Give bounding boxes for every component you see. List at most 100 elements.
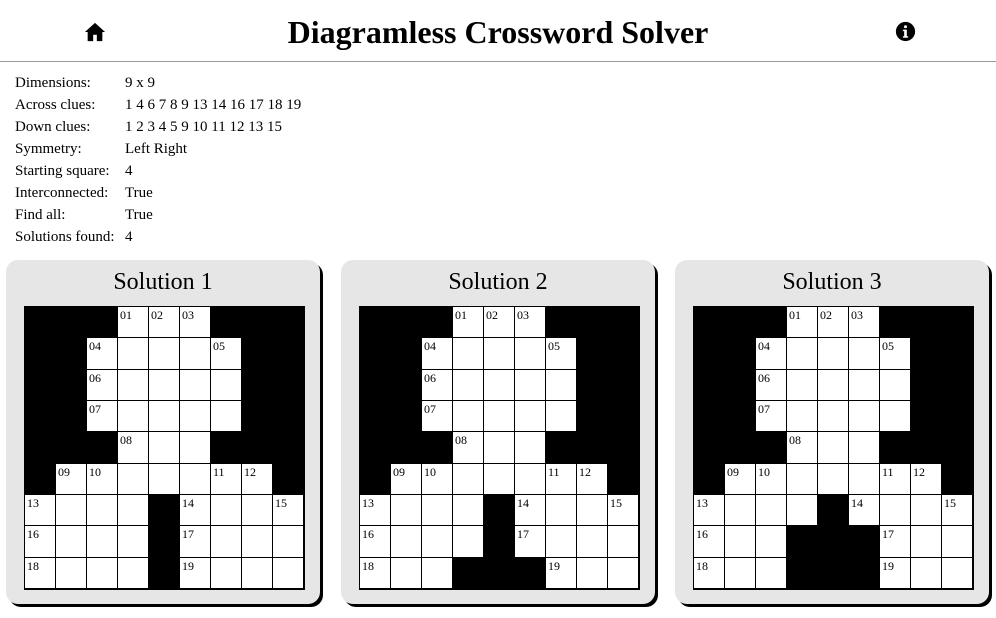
grid-cell: 11 xyxy=(211,463,242,495)
grid-cell xyxy=(273,557,304,589)
info-row-interconnected: Interconnected: True xyxy=(15,182,301,204)
black-square xyxy=(453,557,484,589)
grid-cell xyxy=(87,526,118,558)
grid-cell xyxy=(149,400,180,433)
grid-cell: 18 xyxy=(25,557,56,589)
black-square xyxy=(211,307,242,339)
black-square xyxy=(242,369,273,401)
black-square xyxy=(694,369,725,401)
grid-cell: 03 xyxy=(180,307,211,339)
black-square xyxy=(756,432,787,464)
clue-number: 14 xyxy=(517,495,529,510)
clue-number: 12 xyxy=(913,464,925,479)
grid-cell: 09 xyxy=(725,463,756,495)
info-label: Symmetry: xyxy=(15,141,82,157)
grid-cell: 15 xyxy=(273,494,304,527)
black-square xyxy=(273,400,304,433)
black-square xyxy=(149,494,180,527)
black-square xyxy=(942,369,973,401)
black-square xyxy=(608,463,639,495)
info-row-find-all: Find all: True xyxy=(15,204,301,226)
grid-cell xyxy=(87,557,118,589)
grid-cell: 11 xyxy=(880,463,911,495)
clue-number: 01 xyxy=(789,308,801,322)
grid-cell xyxy=(422,557,453,589)
black-square xyxy=(577,338,608,370)
black-square xyxy=(391,369,422,401)
info-label: Down clues: xyxy=(15,119,91,135)
info-label: Dimensions: xyxy=(15,75,91,91)
grid-cell: 13 xyxy=(694,494,725,527)
grid-cell xyxy=(453,400,484,433)
grid-cell xyxy=(849,338,880,370)
black-square xyxy=(694,338,725,370)
info-value: 9 x 9 xyxy=(125,75,155,91)
solution-card: Solution 3 01 02 03 04 05 06 07 08 09 10 11 12 13 14 1… xyxy=(675,260,989,604)
grid-cell: 06 xyxy=(422,369,453,401)
grid-cell xyxy=(818,463,849,495)
grid-cell: 01 xyxy=(453,307,484,339)
black-square xyxy=(25,307,56,339)
grid-cell: 10 xyxy=(87,463,118,495)
grid-cell: 18 xyxy=(694,557,725,589)
grid-cell xyxy=(880,400,911,433)
info-row-down: Down clues: 1 2 3 4 5 9 10 11 12 13 15 xyxy=(15,116,301,138)
solution-title: Solution 3 xyxy=(782,269,882,295)
black-square xyxy=(880,307,911,339)
solution-title: Solution 1 xyxy=(113,269,213,295)
grid-cell xyxy=(453,463,484,495)
clue-number: 13 xyxy=(696,495,708,510)
grid-cell: 07 xyxy=(756,400,787,433)
clue-number: 11 xyxy=(882,464,894,479)
grid-cell xyxy=(787,400,818,433)
info-label: Across clues: xyxy=(15,97,96,113)
solution-card: Solution 1 01 02 03 04 05 06 07 08 09 10 11 12 13 14 1… xyxy=(6,260,320,604)
grid-cell xyxy=(118,557,149,589)
grid-cell xyxy=(211,557,242,589)
black-square xyxy=(25,369,56,401)
info-value: True xyxy=(125,185,153,201)
grid-cell xyxy=(818,400,849,433)
grid-cell xyxy=(756,526,787,558)
grid-cell: 02 xyxy=(149,307,180,339)
grid-cell xyxy=(118,400,149,433)
grid-cell: 09 xyxy=(56,463,87,495)
grid-cell: 05 xyxy=(211,338,242,370)
grid-cell: 14 xyxy=(849,494,880,527)
black-square xyxy=(942,338,973,370)
clue-number: 10 xyxy=(424,464,436,479)
grid-cell: 19 xyxy=(546,557,577,589)
black-square xyxy=(273,369,304,401)
page-title: Diagramless Crossword Solver xyxy=(287,14,709,50)
clue-number: 07 xyxy=(758,401,770,416)
clue-number: 19 xyxy=(548,558,560,573)
grid-cell: 08 xyxy=(453,432,484,464)
grid-cell xyxy=(180,338,211,370)
black-square xyxy=(391,400,422,433)
info-label: Interconnected: xyxy=(15,185,109,201)
grid-cell: 02 xyxy=(818,307,849,339)
clue-number: 02 xyxy=(820,308,832,322)
black-square xyxy=(911,369,942,401)
black-square xyxy=(694,307,725,339)
info-icon[interactable] xyxy=(895,21,916,42)
black-square xyxy=(756,307,787,339)
grid-cell xyxy=(942,557,973,589)
grid-cell: 06 xyxy=(87,369,118,401)
info-value: Left Right xyxy=(125,141,188,157)
black-square xyxy=(391,432,422,464)
clue-number: 13 xyxy=(362,495,374,510)
grid-cell xyxy=(608,526,639,558)
black-square xyxy=(608,307,639,339)
clue-number: 09 xyxy=(393,464,405,479)
clue-number: 06 xyxy=(758,370,770,385)
clue-number: 05 xyxy=(213,339,225,354)
puzzle-info: Dimensions: 9 x 9 Across clues: 1 4 6 7 8 … xyxy=(15,72,301,248)
info-row-symmetry: Symmetry: Left Right xyxy=(15,138,301,160)
grid-cell: 03 xyxy=(515,307,546,339)
grid-cell: 04 xyxy=(422,338,453,370)
black-square xyxy=(849,557,880,589)
clue-number: 08 xyxy=(120,433,132,448)
grid-cell xyxy=(787,369,818,401)
grid-cell: 18 xyxy=(360,557,391,589)
